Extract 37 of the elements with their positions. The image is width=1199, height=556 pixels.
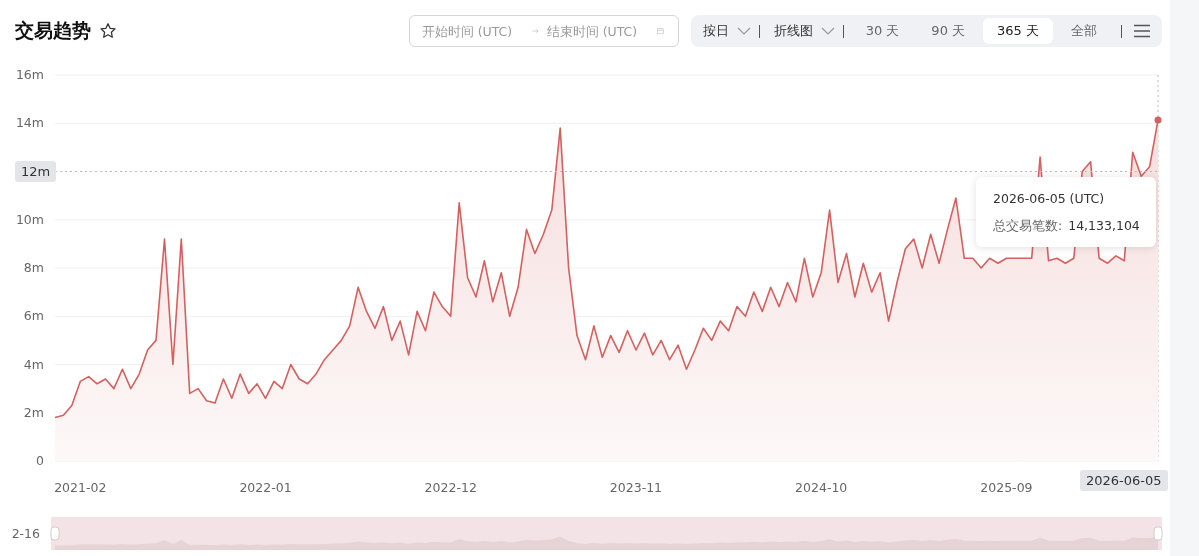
axis-label: 8m — [23, 260, 44, 275]
axis-label: 10m — [15, 211, 44, 227]
menu-icon[interactable] — [1134, 24, 1150, 38]
axis-pointer-label: 12m — [15, 160, 57, 182]
slider-label: 2-16 — [11, 525, 40, 541]
start-date-input[interactable]: 开始时间 (UTC) — [421, 23, 524, 39]
axis-label: 14m — [15, 115, 44, 131]
tooltip-label: 总交易笔数: — [993, 218, 1063, 233]
chevron-down-icon — [736, 26, 751, 36]
axis-label: 4m — [23, 356, 44, 372]
axis-label: 2022-12 — [424, 480, 477, 495]
data-point — [1154, 116, 1162, 124]
axis-label: 0 — [36, 453, 44, 468]
axis-label: 16m — [15, 67, 44, 82]
axis-label: 2023-11 — [609, 480, 663, 495]
date-range-field[interactable]: 开始时间 (UTC) 结束时间 (UTC) — [408, 15, 679, 47]
range-tab[interactable]: 365 天 — [983, 18, 1053, 44]
end-date-input[interactable]: 结束时间 (UTC) — [546, 23, 649, 39]
axis-label: 2m — [23, 404, 44, 420]
axis-label: 2021-02 — [54, 480, 107, 495]
range-tab[interactable]: 90 天 — [917, 18, 980, 44]
range-tab[interactable]: 全部 — [1057, 18, 1111, 44]
axis-label: 2022-01 — [239, 480, 292, 495]
chevron-down-icon — [820, 26, 835, 36]
axis-pointer-label: 2026-06-05 — [1080, 470, 1168, 491]
zoom-slider-drawing[interactable] — [50, 517, 1163, 550]
axis-label: 2024-10 — [795, 480, 848, 495]
axis-label: 6m — [23, 308, 44, 324]
range-tab[interactable]: 30 天 — [851, 18, 914, 44]
chart-title: 交易趋势 — [15, 18, 91, 43]
tooltip-date: 2026-06-05 (UTC) — [993, 191, 1106, 206]
tooltip-value: 14,133,104 — [1068, 218, 1140, 233]
dropdown-button[interactable]: 折线图 — [765, 22, 843, 40]
dropdown-button[interactable]: 按日 — [694, 22, 759, 40]
arrow-icon — [531, 26, 539, 36]
star-icon[interactable] — [99, 22, 117, 40]
axis-label: 2025-09 — [980, 480, 1033, 495]
